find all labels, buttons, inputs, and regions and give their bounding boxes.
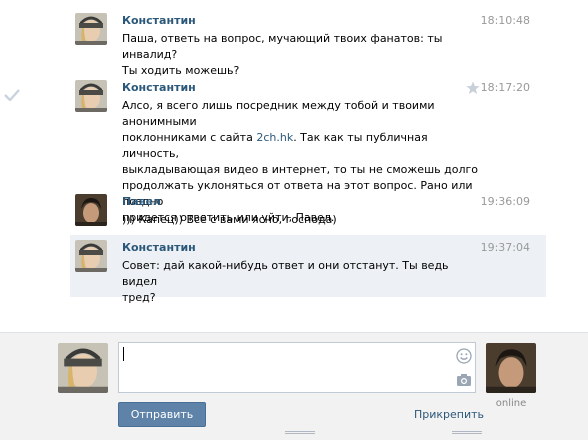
- resize-handle[interactable]: [285, 431, 315, 434]
- avatar-konstantin[interactable]: [75, 13, 107, 45]
- message-text: Паша, ответь на вопрос, мучающий твоих ф…: [122, 32, 443, 77]
- message-input-box[interactable]: [118, 342, 476, 393]
- send-button[interactable]: Отправить: [118, 402, 206, 427]
- site-link[interactable]: 2ch.hk: [256, 131, 293, 144]
- message-time[interactable]: 18:10:48: [481, 14, 530, 27]
- message-author[interactable]: Константин: [122, 241, 196, 254]
- peer-avatar[interactable]: [486, 343, 536, 393]
- message-item: Константин 18:10:48 Паша, ответь на вопр…: [70, 8, 546, 77]
- avatar-konstantin[interactable]: [75, 80, 107, 112]
- resize-handle[interactable]: [452, 431, 482, 434]
- message-author[interactable]: Константин: [122, 14, 196, 27]
- avatar-pavel[interactable]: [75, 194, 107, 226]
- message-author[interactable]: Константин: [122, 81, 196, 94]
- message-item: Константин 18:17:20 Алсо, я всего лишь п…: [70, 75, 546, 224]
- message-time[interactable]: 19:36:09: [481, 195, 530, 208]
- message-text: Совет: дай какой-нибудь ответ и они отст…: [122, 259, 449, 304]
- message-item-highlighted: Константин 19:37:04 Совет: дай какой-ниб…: [70, 235, 546, 304]
- message-author[interactable]: Павел: [122, 195, 161, 208]
- smile-icon[interactable]: [456, 348, 472, 364]
- message-time[interactable]: 18:17:20: [481, 81, 530, 94]
- message-history: Константин 18:10:48 Паша, ответь на вопр…: [0, 0, 588, 332]
- message-composer: Отправить Прикрепить online: [0, 332, 588, 440]
- message-time[interactable]: 19:37:04: [481, 241, 530, 254]
- message-text: ))) Капец)) Всё с вами ясно, господа): [122, 213, 337, 226]
- text-caret: [123, 347, 124, 361]
- online-status: online: [495, 398, 527, 409]
- my-avatar[interactable]: [58, 343, 108, 393]
- avatar-konstantin[interactable]: [75, 240, 107, 272]
- message-input[interactable]: [119, 343, 449, 392]
- star-icon[interactable]: [466, 81, 480, 95]
- message-item: Павел 19:36:09 ))) Капец)) Всё с вами яс…: [70, 189, 546, 231]
- check-icon[interactable]: [4, 89, 20, 101]
- attach-link[interactable]: Прикрепить: [414, 408, 484, 421]
- camera-icon[interactable]: [456, 373, 472, 387]
